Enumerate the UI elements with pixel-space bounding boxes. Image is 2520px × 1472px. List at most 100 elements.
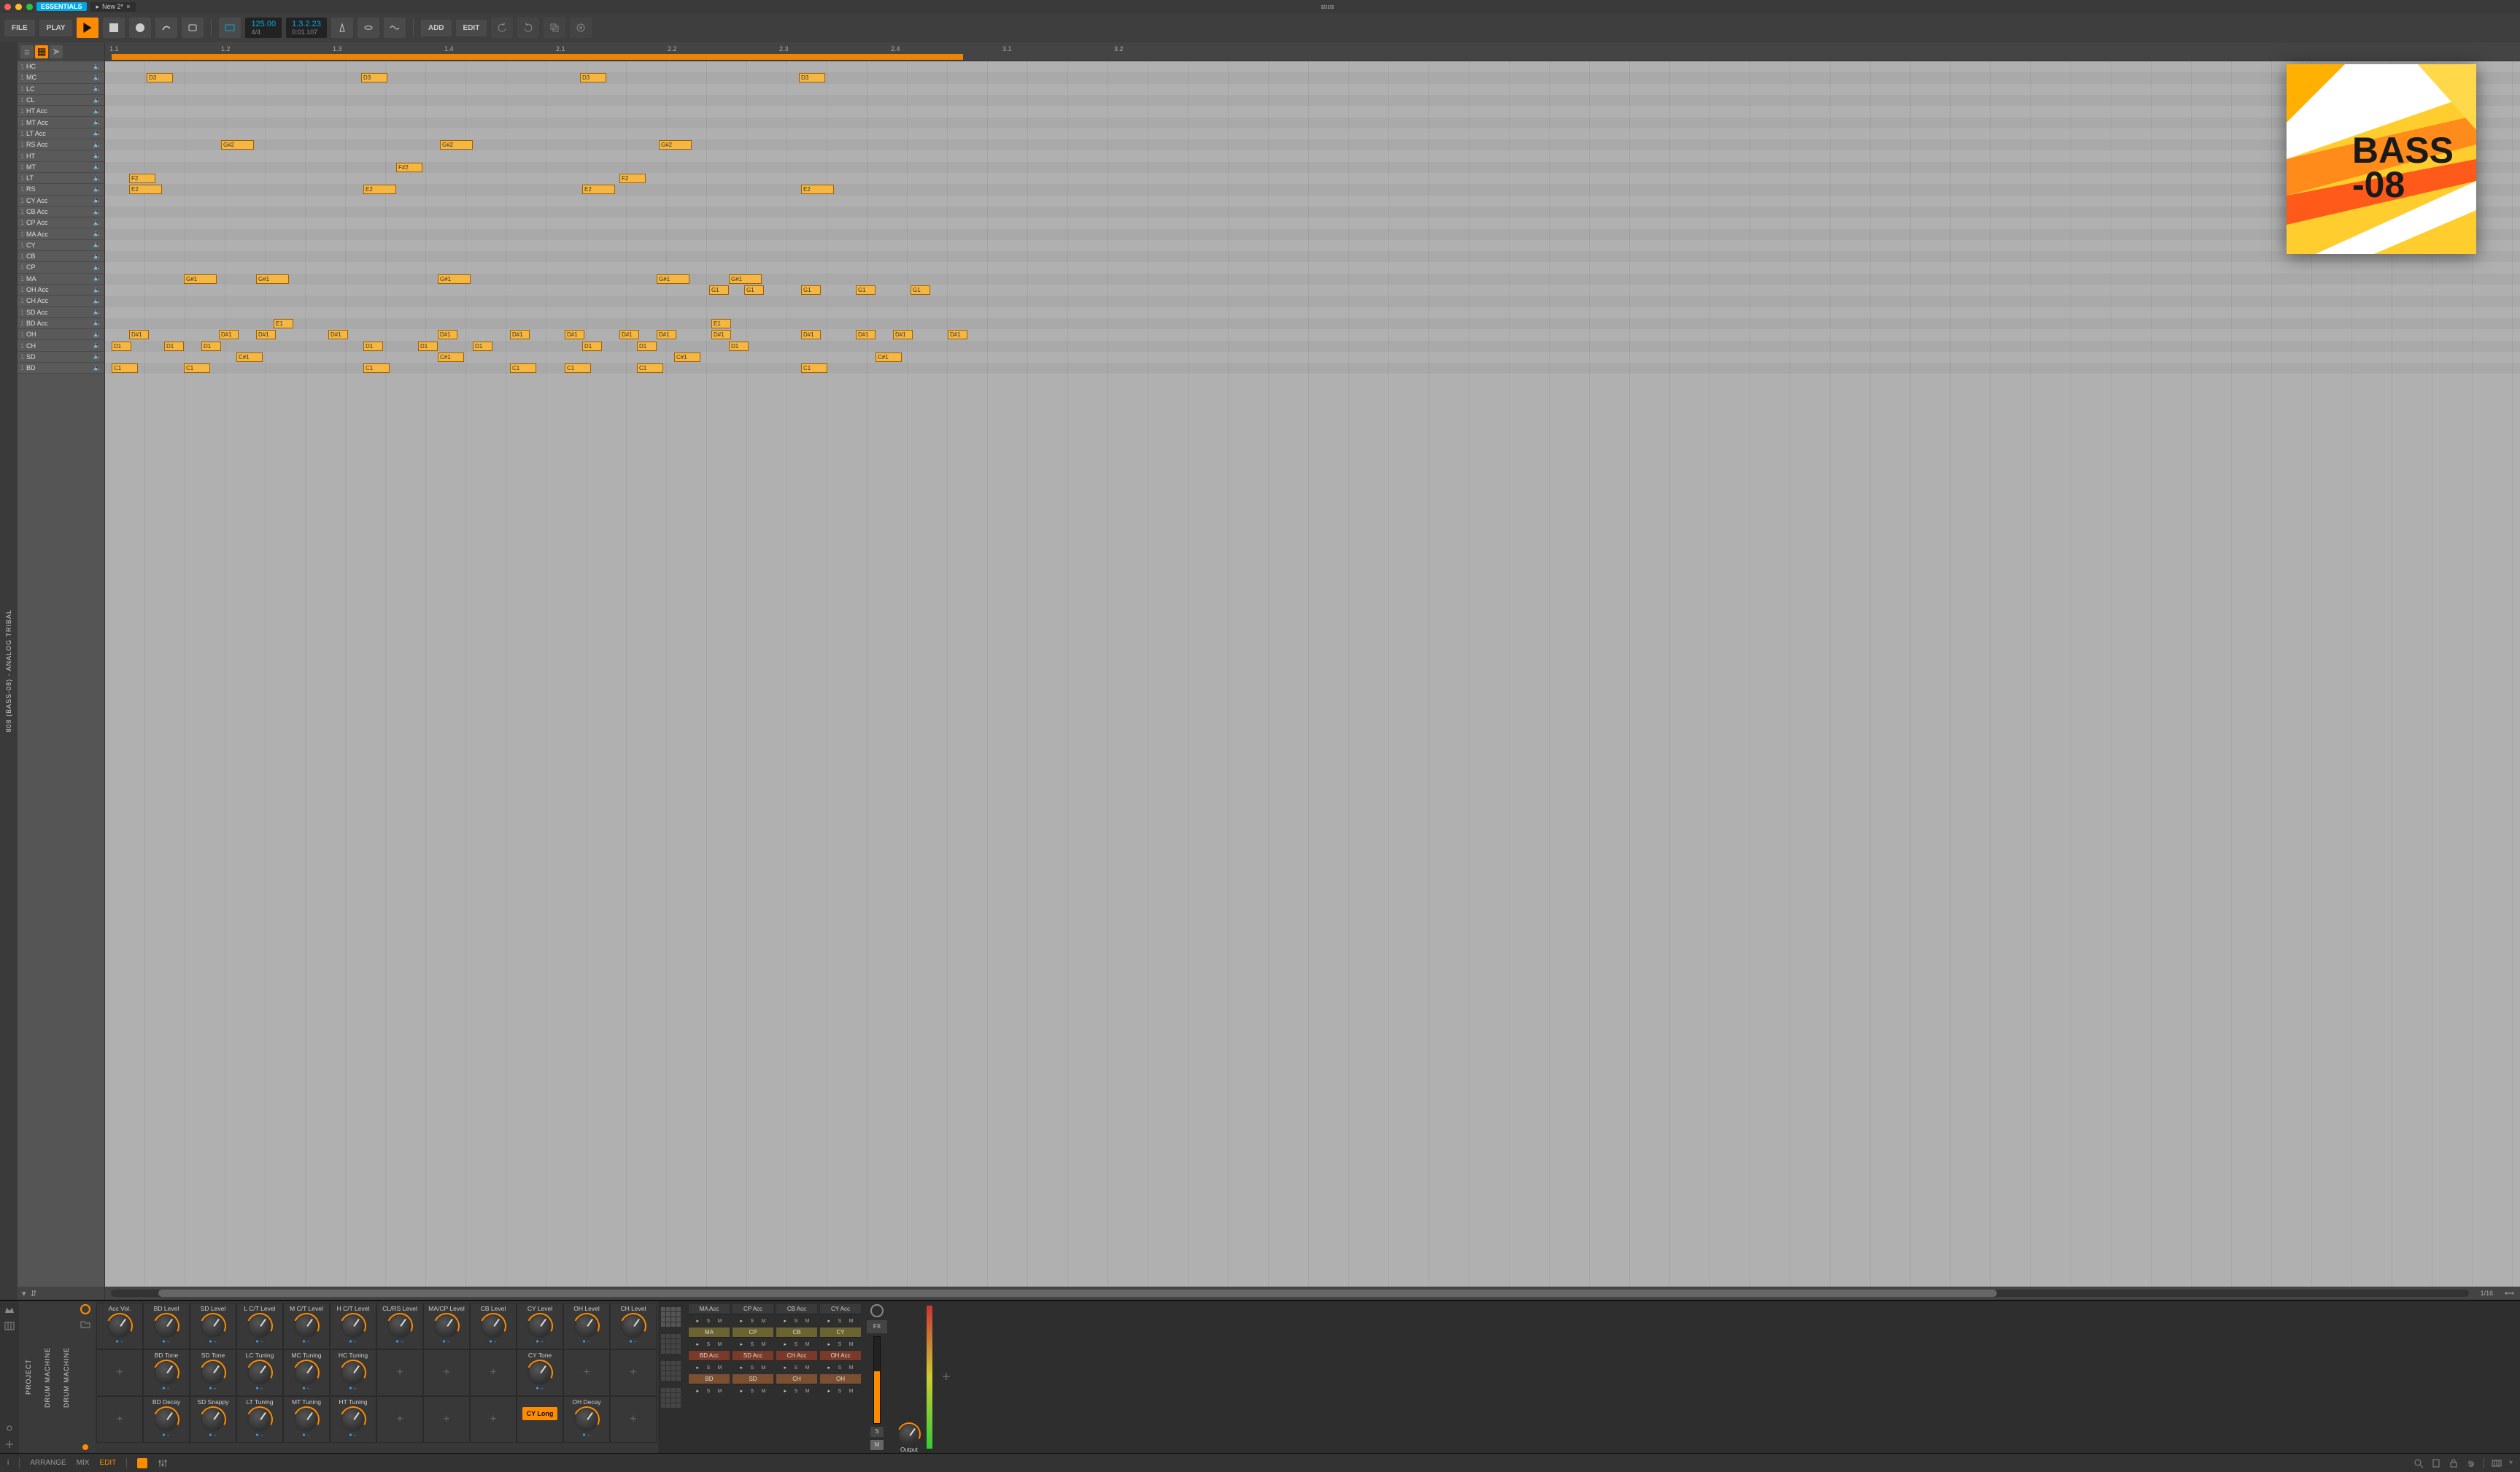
empty-cell[interactable]: + <box>423 1349 470 1396</box>
duplicate-button[interactable] <box>544 18 565 38</box>
note-clip[interactable]: G1 <box>709 285 729 295</box>
note-clip[interactable]: D1 <box>473 342 492 351</box>
undo-button[interactable] <box>491 18 513 38</box>
speaker-icon[interactable]: 🔈 <box>93 319 101 327</box>
note-clip[interactable]: F#2 <box>396 163 422 172</box>
note-clip[interactable]: D1 <box>112 342 131 351</box>
knob-cell[interactable]: MT Tuning●→ <box>283 1396 330 1443</box>
pad-page-2[interactable] <box>661 1334 683 1354</box>
note-clip[interactable]: D#1 <box>619 330 639 339</box>
track-row[interactable]: 1CH🔈 <box>18 340 104 351</box>
knob-cell[interactable]: HT Tuning●→ <box>330 1396 376 1443</box>
note-clip[interactable]: D3 <box>147 73 173 82</box>
add-menu-button[interactable]: ADD <box>421 20 452 36</box>
knob[interactable] <box>154 1314 179 1338</box>
note-clip[interactable]: D1 <box>418 342 438 351</box>
note-clip[interactable]: D1 <box>582 342 602 351</box>
knob-cell[interactable]: CY Level●→ <box>517 1303 563 1349</box>
note-clip[interactable]: G#2 <box>221 140 254 150</box>
punch-button[interactable] <box>357 18 379 38</box>
knob-cell[interactable]: OH Decay●→ <box>563 1396 610 1443</box>
horizontal-scrollbar[interactable] <box>111 1290 2469 1297</box>
speaker-icon[interactable]: 🔈 <box>93 196 101 204</box>
speaker-icon[interactable]: 🔈 <box>93 263 101 271</box>
drum-cell-header[interactable]: CH <box>776 1374 817 1384</box>
speaker-icon[interactable]: 🔈 <box>93 352 101 361</box>
hand-icon[interactable] <box>2466 1458 2476 1468</box>
empty-cell[interactable]: + <box>470 1349 517 1396</box>
speaker-icon[interactable]: 🔈 <box>93 297 101 305</box>
document-icon[interactable] <box>2431 1458 2441 1468</box>
pad-page-3[interactable] <box>661 1361 683 1381</box>
cell-mute-button[interactable]: M <box>762 1365 766 1371</box>
knob-cell[interactable]: M C/T Level●→ <box>283 1303 330 1349</box>
knob-cell[interactable]: BD Decay●→ <box>143 1396 190 1443</box>
drum-cell-header[interactable]: CY <box>820 1328 861 1338</box>
knob-cell[interactable]: HC Tuning●→ <box>330 1349 376 1396</box>
speaker-icon[interactable]: 🔈 <box>93 230 101 238</box>
note-clip[interactable]: E2 <box>363 185 396 194</box>
note-clip[interactable]: F2 <box>619 174 646 183</box>
cell-solo-button[interactable]: S <box>706 1319 710 1324</box>
position-display[interactable]: 1.3.2.23 0:01.107 <box>286 18 327 39</box>
knob-cell[interactable]: MC Tuning●→ <box>283 1349 330 1396</box>
drum-cell-header[interactable]: SD <box>733 1374 773 1384</box>
knob[interactable] <box>201 1360 225 1385</box>
device-label-strip-2[interactable]: DRUM MACHINE <box>57 1301 76 1453</box>
speaker-icon[interactable]: 🔈 <box>93 163 101 171</box>
note-clip[interactable]: C1 <box>565 363 591 373</box>
cell-play-button[interactable]: ▸ <box>740 1318 743 1324</box>
pad-page-1[interactable] <box>661 1307 683 1327</box>
empty-cell[interactable]: + <box>96 1349 143 1396</box>
drum-cell-header[interactable]: CP <box>733 1328 773 1338</box>
speaker-icon[interactable]: 🔈 <box>93 286 101 294</box>
note-clip[interactable]: G#1 <box>657 274 689 284</box>
note-clip[interactable]: C#1 <box>438 352 464 362</box>
track-row[interactable]: 1LT🔈 <box>18 173 104 184</box>
grid-view-button[interactable]: ▦ <box>35 45 48 58</box>
note-clip[interactable]: G#1 <box>438 274 471 284</box>
track-row[interactable]: 1SD Acc🔈 <box>18 307 104 318</box>
power-icon[interactable] <box>80 1304 90 1314</box>
project-tab[interactable]: ▸ New 2* × <box>90 2 136 12</box>
knob[interactable] <box>434 1314 459 1338</box>
knob-cell[interactable]: BD Level●→ <box>143 1303 190 1349</box>
knob[interactable] <box>247 1314 272 1338</box>
cell-play-button[interactable]: ▸ <box>696 1365 699 1371</box>
note-clip[interactable]: D#1 <box>565 330 584 339</box>
knob[interactable] <box>527 1360 552 1385</box>
speaker-icon[interactable]: 🔈 <box>93 331 101 339</box>
knob[interactable] <box>574 1407 599 1432</box>
cell-play-button[interactable]: ▸ <box>740 1341 743 1347</box>
grid-zoom-label[interactable]: 1/16 <box>2475 1290 2500 1297</box>
mix-tab[interactable]: MIX <box>77 1459 90 1467</box>
speaker-icon[interactable]: 🔈 <box>93 107 101 115</box>
tab-close-icon[interactable]: × <box>126 3 130 10</box>
note-clip[interactable]: D3 <box>799 73 825 82</box>
automation-write-button[interactable] <box>155 18 177 38</box>
note-clip[interactable]: D1 <box>164 342 184 351</box>
knob-cell[interactable]: SD Snappy●→ <box>190 1396 236 1443</box>
note-clip[interactable]: G#1 <box>256 274 289 284</box>
pointer-tool-button[interactable]: ➤ <box>50 45 63 58</box>
note-clip[interactable]: D#1 <box>129 330 149 339</box>
note-clip[interactable]: D#1 <box>438 330 457 339</box>
edit-tab[interactable]: EDIT <box>99 1459 116 1467</box>
pad-page-4[interactable] <box>661 1388 683 1408</box>
cell-solo-button[interactable]: S <box>706 1342 710 1347</box>
cell-mute-button[interactable]: M <box>718 1342 722 1347</box>
play-button[interactable] <box>77 18 98 38</box>
cell-play-button[interactable]: ▸ <box>827 1388 830 1394</box>
cell-solo-button[interactable]: S <box>706 1365 710 1371</box>
cell-solo-button[interactable]: S <box>706 1389 710 1394</box>
speaker-icon[interactable]: 🔈 <box>93 253 101 261</box>
knob[interactable] <box>621 1314 646 1338</box>
knob[interactable] <box>201 1407 225 1432</box>
empty-cell[interactable]: + <box>610 1396 657 1443</box>
note-clip[interactable]: D#1 <box>856 330 876 339</box>
note-clip[interactable]: E2 <box>801 185 834 194</box>
track-row[interactable]: 1CB Acc🔈 <box>18 207 104 217</box>
device-label-strip-1[interactable]: DRUM MACHINE <box>38 1301 57 1453</box>
cell-play-button[interactable]: ▸ <box>696 1341 699 1347</box>
note-clip[interactable]: D3 <box>580 73 606 82</box>
